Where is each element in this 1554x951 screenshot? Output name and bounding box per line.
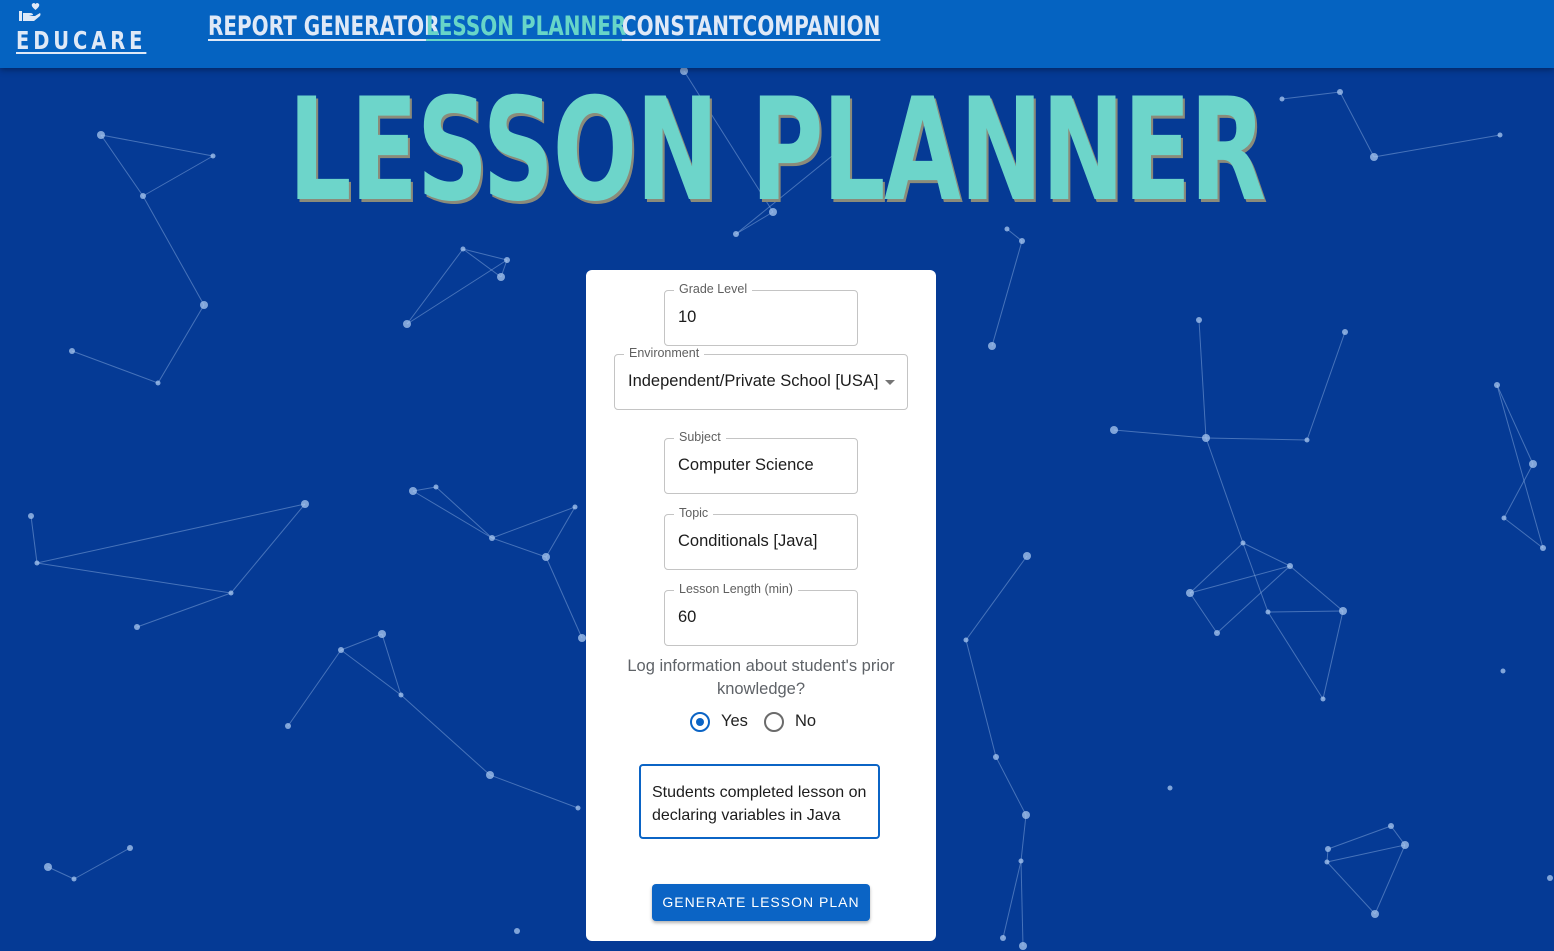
subject-field[interactable]: Subject Computer Science [664, 430, 858, 494]
grade-level-field[interactable]: Grade Level 10 [664, 282, 858, 346]
page-title: LESSON PLANNER [288, 68, 1267, 233]
radio-no-label: No [795, 712, 817, 730]
radio-yes-label: Yes [721, 712, 748, 730]
top-navigation-bar: EDUCARE REPORT GENERATOR LESSON PLANNER … [0, 0, 1554, 68]
topic-field[interactable]: Topic Conditionals [Java] [664, 506, 858, 570]
prior-knowledge-notes-textarea[interactable]: Students completed lesson on declaring v… [639, 764, 880, 839]
subject-value: Computer Science [678, 456, 814, 474]
prior-knowledge-question: Log information about student's prior kn… [627, 657, 895, 698]
subject-label: Subject [674, 430, 726, 444]
grade-level-label: Grade Level [674, 282, 753, 296]
environment-value: Independent/Private School [USA] [628, 372, 879, 390]
lesson-length-label: Lesson Length (min) [674, 582, 798, 596]
dropdown-arrow-icon [885, 380, 895, 385]
lesson-planner-form: Grade Level 10 Environment Independent/P… [586, 270, 936, 941]
environment-select[interactable]: Environment Independent/Private School [… [614, 346, 908, 410]
nav-report-generator[interactable]: REPORT GENERATOR [208, 11, 439, 42]
lesson-length-value: 60 [678, 608, 697, 626]
radio-yes[interactable]: Yes [690, 710, 750, 734]
radio-selected-icon [690, 712, 710, 732]
nav-lesson-planner[interactable]: LESSON PLANNER [426, 11, 626, 42]
radio-unselected-icon [764, 712, 784, 732]
topic-label: Topic [674, 506, 714, 520]
hand-heart-icon [19, 3, 41, 21]
brand-name: EDUCARE [16, 26, 147, 55]
nav-constantcompanion[interactable]: CONSTANTCOMPANION [622, 11, 880, 42]
environment-label: Environment [624, 346, 705, 360]
generate-lesson-plan-button[interactable]: GENERATE LESSON PLAN [652, 884, 870, 921]
notes-value: Students completed lesson on declaring v… [652, 784, 867, 824]
radio-no[interactable]: No [764, 710, 820, 734]
topic-value: Conditionals [Java] [678, 532, 818, 550]
hero: LESSON PLANNER [0, 80, 1554, 222]
grade-level-value: 10 [678, 308, 697, 326]
educare-logo[interactable]: EDUCARE [16, 2, 142, 60]
lesson-length-field[interactable]: Lesson Length (min) 60 [664, 582, 858, 646]
